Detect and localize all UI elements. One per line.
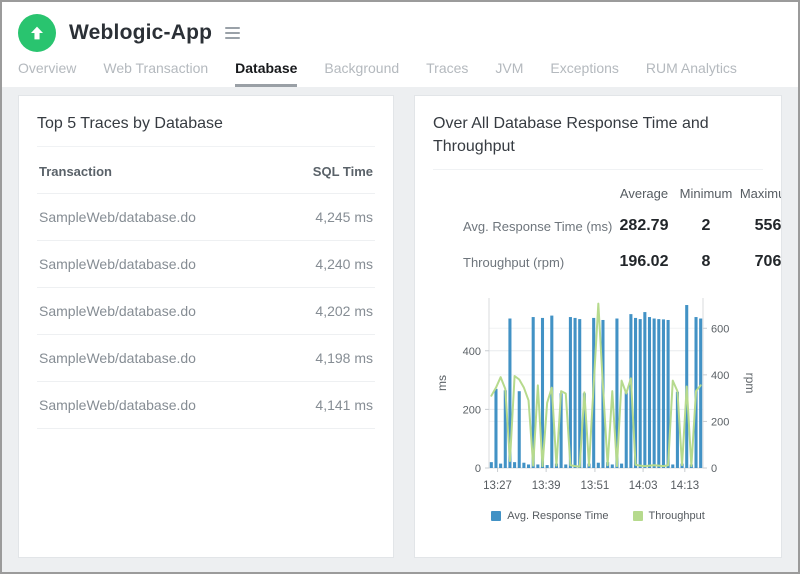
db-stats-table: AverageMinimumMaximumAvg. Response Time … (433, 182, 781, 280)
svg-text:13:39: 13:39 (532, 480, 561, 492)
stats-maximum-value: 706 (737, 245, 781, 279)
sql-time-cell: 4,202 ms (279, 288, 375, 335)
tab-bar: Overview Web Transaction Database Backgroun… (2, 54, 798, 87)
app-window: Weblogic-App Overview Web Transaction Data… (0, 0, 800, 574)
tab-jvm[interactable]: JVM (495, 60, 523, 87)
top-traces-panel: Top 5 Traces by Database Transaction SQL… (18, 95, 394, 558)
table-row[interactable]: SampleWeb/database.do4,141 ms (37, 382, 375, 429)
legend-swatch-icon (491, 511, 501, 521)
stats-metric-label: Avg. Response Time (ms) (433, 209, 613, 245)
svg-text:14:03: 14:03 (629, 480, 658, 492)
stats-header-row: AverageMinimumMaximum (433, 182, 781, 209)
tab-traces[interactable]: Traces (426, 60, 468, 87)
sql-time-cell: 4,141 ms (279, 382, 375, 429)
transaction-cell[interactable]: SampleWeb/database.do (37, 194, 279, 241)
app-title: Weblogic-App (69, 21, 212, 45)
stats-column-minimum: Minimum (675, 182, 737, 209)
svg-text:200: 200 (463, 405, 481, 417)
chart-legend: Avg. Response Time Throughput (433, 510, 763, 522)
legend-swatch-icon (633, 511, 643, 521)
tab-rum-analytics[interactable]: RUM Analytics (646, 60, 737, 87)
legend-label: Avg. Response Time (507, 510, 608, 522)
column-header-sql-time: SQL Time (279, 147, 375, 194)
svg-text:14:13: 14:13 (670, 480, 699, 492)
transaction-cell[interactable]: SampleWeb/database.do (37, 288, 279, 335)
legend-label: Throughput (649, 510, 705, 522)
tab-background[interactable]: Background (324, 60, 399, 87)
arrow-up-icon (28, 24, 46, 42)
app-header: Weblogic-App (2, 2, 798, 54)
tab-database[interactable]: Database (235, 60, 297, 87)
traces-table: Transaction SQL Time SampleWeb/database.… (37, 147, 375, 429)
svg-text:0: 0 (475, 463, 481, 475)
stats-average-value: 196.02 (613, 245, 675, 279)
svg-text:0: 0 (711, 463, 717, 475)
traces-table-header: Transaction SQL Time (37, 147, 375, 194)
db-overview-panel: Over All Database Response Time and Thro… (414, 95, 782, 558)
transaction-cell[interactable]: SampleWeb/database.do (37, 382, 279, 429)
column-header-transaction: Transaction (37, 147, 279, 194)
stats-maximum-value: 556 (737, 209, 781, 243)
sql-time-cell: 4,198 ms (279, 335, 375, 382)
stats-metric-label: Throughput (rpm) (433, 245, 613, 281)
transaction-cell[interactable]: SampleWeb/database.do (37, 335, 279, 382)
panel-title-db-overview: Over All Database Response Time and Thro… (433, 112, 763, 158)
svg-text:ms: ms (435, 375, 449, 391)
svg-text:600: 600 (711, 324, 729, 336)
stats-row-avg-response-time-ms-: Avg. Response Time (ms)282.792556 (433, 209, 781, 245)
legend-item-avg-response-time: Avg. Response Time (491, 510, 608, 522)
stats-column-average: Average (613, 182, 675, 209)
stats-minimum-value: 8 (675, 245, 737, 279)
panel-title-top-traces: Top 5 Traces by Database (37, 112, 375, 135)
sql-time-cell: 4,245 ms (279, 194, 375, 241)
response-throughput-chart: 0 200 400 0 200 400 600 ms rpm 13:27 13:39 13:51 14:… (433, 290, 763, 498)
tab-web-transaction[interactable]: Web Transaction (103, 60, 208, 87)
content-area: Top 5 Traces by Database Transaction SQL… (2, 87, 798, 572)
stats-corner (433, 182, 613, 194)
legend-item-throughput: Throughput (633, 510, 705, 522)
svg-text:13:51: 13:51 (581, 480, 610, 492)
table-row[interactable]: SampleWeb/database.do4,198 ms (37, 335, 375, 382)
svg-text:200: 200 (711, 417, 729, 429)
tab-exceptions[interactable]: Exceptions (550, 60, 618, 87)
stats-row-throughput-rpm-: Throughput (rpm)196.028706 (433, 245, 781, 281)
app-logo-icon (18, 14, 56, 52)
table-row[interactable]: SampleWeb/database.do4,202 ms (37, 288, 375, 335)
stats-column-maximum: Maximum (737, 182, 781, 209)
divider (433, 169, 763, 170)
sql-time-cell: 4,240 ms (279, 241, 375, 288)
stats-minimum-value: 2 (675, 209, 737, 243)
tab-overview[interactable]: Overview (18, 60, 76, 87)
stats-average-value: 282.79 (613, 209, 675, 243)
menu-icon[interactable] (222, 24, 243, 42)
svg-text:rpm: rpm (743, 373, 755, 394)
transaction-cell[interactable]: SampleWeb/database.do (37, 241, 279, 288)
svg-text:400: 400 (711, 370, 729, 382)
svg-text:400: 400 (463, 346, 481, 358)
table-row[interactable]: SampleWeb/database.do4,240 ms (37, 241, 375, 288)
table-row[interactable]: SampleWeb/database.do4,245 ms (37, 194, 375, 241)
svg-text:13:27: 13:27 (483, 480, 512, 492)
